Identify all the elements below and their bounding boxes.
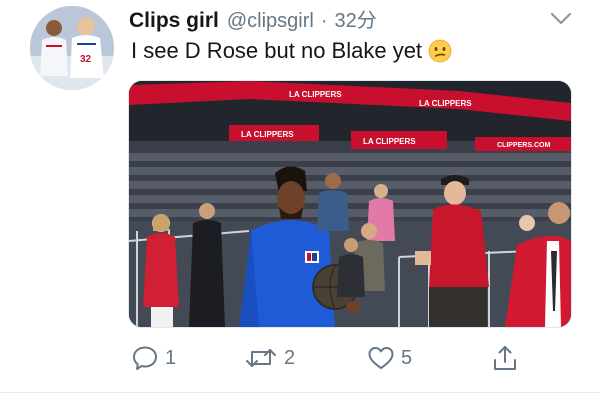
reply-icon	[133, 346, 157, 370]
reply-count: 1	[165, 346, 177, 369]
retweet-count: 2	[284, 346, 296, 369]
reply-button[interactable]: 1	[131, 340, 176, 376]
svg-text:32: 32	[80, 54, 92, 65]
like-button[interactable]: 5	[367, 340, 412, 376]
heart-icon	[368, 347, 394, 369]
chevron-down-icon[interactable]	[550, 12, 572, 26]
banner-text: LA CLIPPERS	[363, 137, 416, 146]
display-name[interactable]: Clips girl	[129, 9, 219, 33]
tweet-text-content: I see D Rose but no Blake yet	[131, 38, 423, 63]
retweet-icon	[246, 349, 276, 367]
like-count: 5	[401, 346, 413, 369]
banner-text: LA CLIPPERS	[419, 99, 472, 108]
banner-text: CLIPPERS.COM	[497, 142, 550, 149]
divider	[0, 392, 600, 393]
timestamp[interactable]: 32分	[335, 4, 377, 33]
separator-dot: ·	[320, 10, 328, 32]
user-handle[interactable]: @clipsgirl	[227, 10, 314, 33]
banner-text: LA CLIPPERS	[289, 90, 342, 99]
avatar[interactable]: 32	[30, 6, 114, 90]
tweet: 32 Clips girl @clipsgirl · 32分 I see D R…	[0, 0, 600, 401]
tweet-actions: 1 2 5	[0, 340, 600, 376]
share-icon	[494, 346, 516, 370]
confused-face-icon	[428, 39, 452, 63]
share-button[interactable]	[491, 340, 519, 376]
banner-text: LA CLIPPERS	[241, 130, 294, 139]
tweet-text: I see D Rose but no Blake yet	[131, 38, 452, 64]
tweet-header: Clips girl @clipsgirl · 32分	[129, 4, 377, 34]
retweet-button[interactable]: 2	[244, 340, 295, 376]
tweet-photo[interactable]: LA CLIPPERS LA CLIPPERS LA CLIPPERS LA C…	[128, 80, 572, 328]
